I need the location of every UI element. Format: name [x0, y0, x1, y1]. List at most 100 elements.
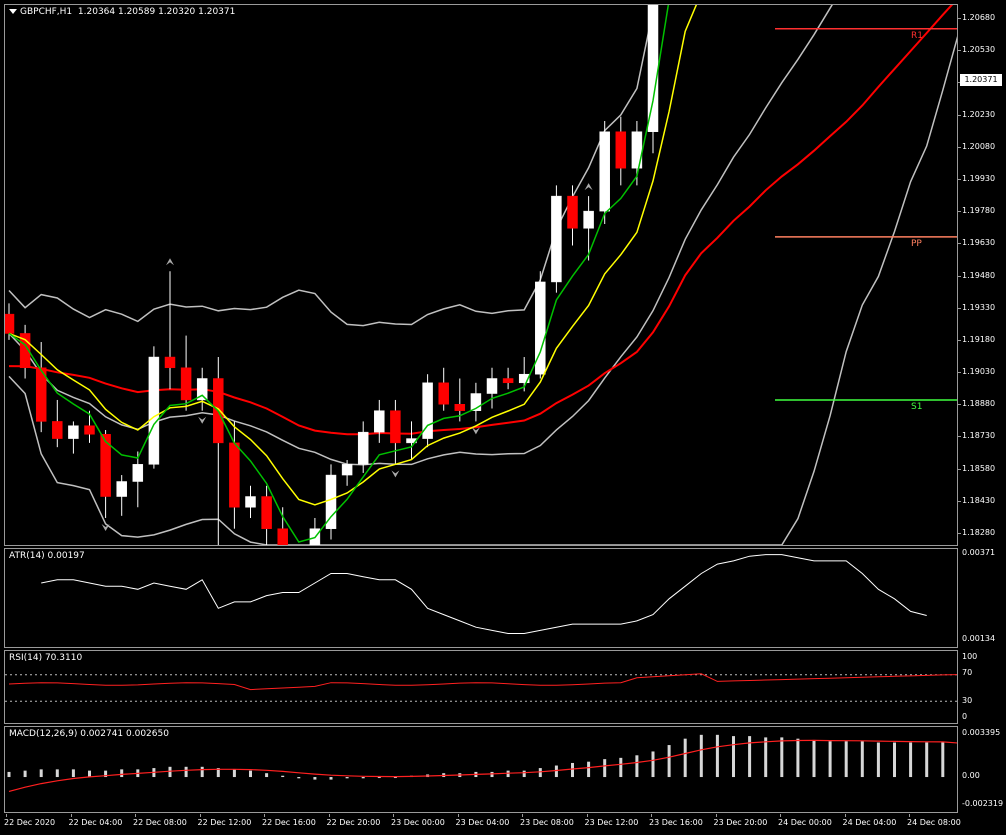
bull-candle	[132, 464, 144, 482]
macd-histogram-bar	[941, 742, 945, 778]
atr-axis: 0.00371 0.00134	[958, 548, 1006, 648]
time-axis-label: 23 Dec 08:00	[520, 818, 574, 827]
macd-label: MACD(12,26,9) 0.002741 0.002650	[9, 729, 169, 739]
atr-line	[41, 554, 927, 634]
time-axis-label: 22 Dec 08:00	[133, 818, 187, 827]
bear-candle	[502, 378, 514, 384]
macd-histogram-bar	[925, 742, 929, 778]
bull-candle	[68, 425, 79, 439]
price-axis-tick	[958, 468, 961, 470]
macd-histogram-bar	[265, 773, 269, 778]
macd-axis-max: 0.003395	[962, 728, 1001, 737]
rsi-axis-0: 0	[962, 712, 968, 721]
current-price-tag: 1.20371	[960, 74, 1002, 86]
time-axis-label: 22 Dec 12:00	[197, 818, 252, 827]
price-plot	[5, 5, 957, 545]
time-axis-tick	[586, 814, 588, 817]
price-axis-tick	[958, 178, 961, 180]
price-axis-label: 1.20080	[962, 141, 996, 151]
price-axis-tick	[958, 50, 961, 52]
time-axis-label: 22 Dec 04:00	[68, 818, 123, 827]
macd-histogram-bar	[683, 738, 687, 778]
fractal-up-icon	[166, 258, 174, 266]
time-axis[interactable]: 22 Dec 2020 22 Dec 04:00 22 Dec 08:00 22 De…	[0, 814, 1006, 835]
atr-label: ATR(14) 0.00197	[9, 551, 85, 561]
price-axis-tick	[958, 533, 961, 534]
bear-candle	[164, 356, 176, 369]
macd-histogram-bar	[571, 762, 574, 778]
bull-candle	[357, 431, 369, 465]
macd-histogram-bar	[23, 770, 27, 778]
price-axis-label: 1.19480	[962, 270, 996, 280]
time-axis-tick	[328, 814, 330, 817]
macd-histogram-bar	[200, 766, 204, 778]
chart-window: GBPCHF,H1 1.20364 1.20589 1.20320 1.2037…	[0, 0, 1006, 835]
bull-candle	[647, 5, 659, 132]
macd-histogram-bar	[909, 742, 913, 778]
bear-candle	[277, 528, 288, 545]
time-axis-tick	[264, 814, 265, 817]
bear-candle	[261, 496, 272, 529]
price-axis-label: 1.18580	[962, 463, 996, 473]
time-axis-label: 23 Dec 04:00	[455, 818, 510, 827]
macd-histogram-bar	[780, 737, 784, 778]
atr-plot	[41, 554, 927, 634]
time-axis-label: 22 Dec 16:00	[262, 818, 316, 827]
time-axis-tick	[70, 814, 72, 817]
price-axis-tick	[958, 500, 961, 502]
price-axis-tick	[958, 211, 961, 213]
bear-candle	[390, 410, 401, 444]
price-axis-tick	[958, 275, 961, 277]
bear-candle	[454, 404, 466, 411]
macd-histogram-bar	[732, 736, 735, 778]
time-axis-tick	[715, 814, 717, 817]
bull-candle	[148, 356, 160, 465]
price-axis-label: 1.19030	[962, 367, 996, 377]
macd-histogram-bar	[538, 768, 542, 778]
bull-candle	[245, 496, 256, 508]
macd-histogram-bar	[313, 777, 317, 780]
macd-histogram-bar	[55, 769, 59, 778]
macd-histogram-bar	[281, 775, 285, 778]
price-chart-pane[interactable]: GBPCHF,H1 1.20364 1.20589 1.20320 1.2037…	[4, 4, 958, 546]
bull-candle	[116, 481, 127, 497]
macd-histogram-bar	[635, 755, 639, 778]
dropdown-triangle-icon[interactable]	[9, 9, 17, 14]
macd-pane[interactable]: MACD(12,26,9) 0.002741 0.002650	[4, 726, 958, 813]
macd-histogram-bar	[619, 757, 623, 778]
macd-histogram-bar	[796, 738, 800, 778]
macd-histogram-bar	[168, 766, 172, 778]
pivot-pp-label: PP	[911, 238, 922, 249]
rsi-pane[interactable]: RSI(14) 70.3110	[4, 650, 958, 724]
rsi-label: RSI(14) 70.3110	[9, 653, 83, 663]
bull-candle	[374, 410, 385, 433]
time-axis-label: 24 Dec 04:00	[842, 818, 897, 827]
pivot-s1-label: S1	[911, 401, 923, 412]
price-axis-label: 1.20230	[962, 109, 996, 119]
macd-histogram-bar	[860, 741, 864, 778]
bull-candle	[341, 464, 353, 476]
atr-axis-max: 0.00371	[962, 548, 996, 557]
price-axis-label: 1.19180	[962, 334, 996, 344]
rsi-axis-30: 30	[962, 696, 973, 705]
macd-histogram-bar	[120, 769, 124, 778]
price-axis-tick	[958, 146, 961, 148]
bear-candle	[180, 367, 192, 401]
macd-histogram-bar	[699, 734, 703, 778]
atr-pane[interactable]: ATR(14) 0.00197	[4, 548, 958, 648]
atr-axis-min: 0.00134	[962, 634, 996, 643]
price-axis-tick	[958, 114, 961, 116]
fractal-down-icon	[101, 523, 110, 531]
macd-histogram-bar	[844, 741, 848, 778]
bull-candle	[551, 195, 562, 283]
bear-candle	[52, 421, 63, 439]
rsi-axis: 100 70 30 0	[958, 650, 1006, 724]
time-axis-tick	[651, 814, 652, 817]
time-axis-tick	[199, 814, 201, 817]
time-axis-tick	[780, 814, 781, 817]
macd-histogram-bar	[603, 759, 607, 778]
macd-histogram-bar	[876, 742, 880, 778]
bear-candle	[5, 313, 15, 334]
macd-histogram-bar	[297, 777, 301, 779]
macd-histogram-bar	[715, 734, 719, 778]
